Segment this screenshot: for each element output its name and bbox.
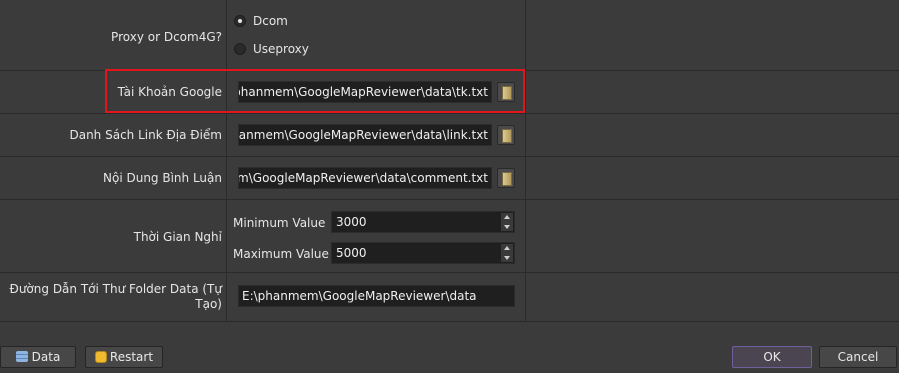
folder-icon	[502, 172, 512, 186]
increment-icon[interactable]	[501, 244, 513, 253]
decrement-icon[interactable]	[501, 222, 513, 231]
minimum-value-stepper[interactable]	[501, 213, 513, 231]
ok-button[interactable]: OK	[732, 346, 812, 368]
restart-icon	[94, 351, 107, 363]
location-links-label: Danh Sách Link Địa Điểm	[69, 128, 222, 142]
settings-grid: Proxy or Dcom4G? Dcom Useproxy Tài Khoản…	[0, 0, 899, 322]
cancel-button[interactable]: Cancel	[819, 346, 897, 368]
decrement-icon[interactable]	[501, 253, 513, 262]
location-links-path-input[interactable]: E:\phanmem\GoogleMapReviewer\data\link.t…	[238, 124, 492, 146]
data-folder-label: Đường Dẫn Tới Thư Folder Data (Tự Tạo)	[0, 282, 222, 312]
highlight-box	[105, 69, 525, 113]
comment-content-path-input[interactable]: E:\phanmem\GoogleMapReviewer\data\commen…	[238, 167, 492, 189]
maximum-value-stepper[interactable]	[501, 244, 513, 262]
proxy-row: Proxy or Dcom4G? Dcom Useproxy	[0, 0, 899, 71]
comment-content-label: Nội Dung Bình Luận	[103, 171, 222, 185]
maximum-value-label: Maximum Value	[233, 247, 329, 261]
restart-button-label: Restart	[109, 350, 154, 364]
database-icon	[15, 351, 28, 362]
dialog-footer: Data Restart OK Cancel	[0, 322, 899, 373]
data-folder-path-input[interactable]: E:\phanmem\GoogleMapReviewer\data	[238, 285, 515, 307]
dcom-radio[interactable]	[234, 15, 246, 27]
location-links-row: Danh Sách Link Địa Điểm E:\phanmem\Googl…	[0, 114, 899, 157]
rest-time-label: Thời Gian Nghỉ	[133, 230, 222, 244]
data-button[interactable]: Data	[0, 346, 76, 368]
maximum-value-spinbox[interactable]: 5000	[331, 242, 515, 264]
comment-content-row: Nội Dung Bình Luận E:\phanmem\GoogleMapR…	[0, 157, 899, 200]
folder-icon	[502, 129, 512, 143]
minimum-value-spinbox[interactable]: 3000	[331, 211, 515, 233]
data-button-label: Data	[31, 350, 61, 364]
comment-content-browse-button[interactable]	[497, 168, 515, 188]
data-folder-row: Đường Dẫn Tới Thư Folder Data (Tự Tạo) E…	[0, 273, 899, 322]
useproxy-radio-label[interactable]: Useproxy	[253, 42, 309, 56]
rest-time-row: Thời Gian Nghỉ Minimum Value 3000 Maximu…	[0, 200, 899, 273]
dcom-radio-label[interactable]: Dcom	[253, 14, 288, 28]
proxy-label: Proxy or Dcom4G?	[111, 30, 222, 44]
increment-icon[interactable]	[501, 213, 513, 222]
maximum-value-text[interactable]: 5000	[336, 246, 367, 260]
restart-button[interactable]: Restart	[85, 346, 163, 368]
minimum-value-text[interactable]: 3000	[336, 215, 367, 229]
location-links-browse-button[interactable]	[497, 125, 515, 145]
minimum-value-label: Minimum Value	[233, 216, 326, 230]
data-folder-label-line1: Đường Dẫn Tới Thư Folder Data (Tự	[9, 282, 222, 296]
data-folder-label-line2: Tạo)	[195, 297, 222, 311]
useproxy-radio[interactable]	[234, 43, 246, 55]
